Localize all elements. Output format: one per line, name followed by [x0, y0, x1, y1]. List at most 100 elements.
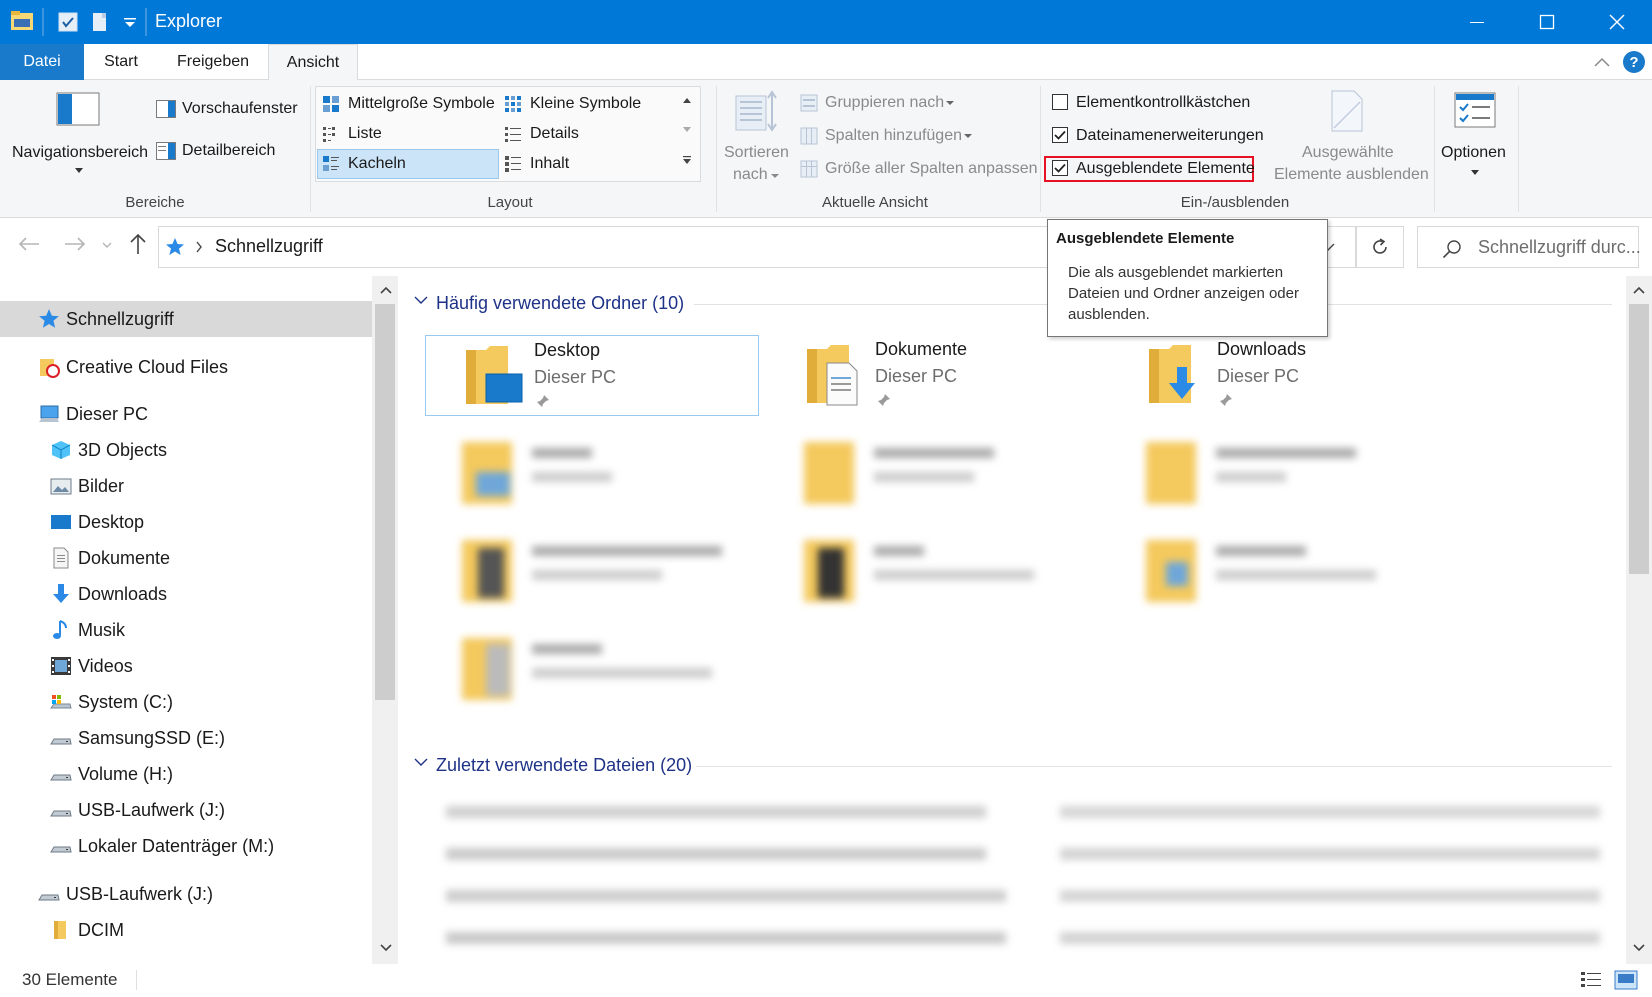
blurred-recent-file-row[interactable] [1060, 890, 1600, 902]
nav-item-creative-cloud-files[interactable]: Creative Cloud Files [0, 349, 372, 385]
nav-item-downloads[interactable]: Downloads [0, 576, 372, 612]
blurred-folder-tile[interactable] [804, 442, 1024, 512]
options-icon[interactable] [1454, 92, 1496, 128]
blurred-folder-tile[interactable] [462, 540, 722, 610]
chevron-down-icon[interactable] [946, 101, 954, 106]
up-arrow-icon[interactable] [129, 233, 147, 255]
groesse-spalten-anpassen-button[interactable]: Größe aller Spalten anpassen [825, 160, 1038, 178]
details-view-toggle-icon[interactable] [1580, 970, 1602, 990]
folder-tile-desktop[interactable]: Desktop Dieser PC [425, 335, 759, 416]
layout-option-kleine-symbole[interactable]: Kleine Symbole [530, 95, 641, 113]
properties-check-icon[interactable] [56, 10, 80, 34]
nav-item-dokumente[interactable]: Dokumente [0, 540, 372, 576]
blurred-recent-file-row[interactable] [1060, 848, 1600, 860]
large-icons-view-toggle-icon[interactable] [1614, 970, 1638, 990]
nav-item-dieser-pc[interactable]: Dieser PC [0, 396, 372, 432]
refresh-button[interactable] [1356, 226, 1404, 268]
elementkontrollkaestchen-checkbox[interactable] [1052, 94, 1068, 110]
section-header-haeufig[interactable]: Häufig verwendete Ordner (10) [436, 293, 684, 314]
gallery-scroll-down-icon[interactable] [682, 126, 692, 134]
tab-freigeben[interactable]: Freigeben [158, 44, 268, 80]
blurred-recent-file-row[interactable] [446, 848, 986, 860]
layout-option-mittelgross[interactable]: Mittelgroße Symbole [348, 95, 495, 113]
folder-tile-downloads[interactable]: Downloads Dieser PC [1109, 335, 1443, 416]
folder-tile-dokumente[interactable]: Dokumente Dieser PC [767, 335, 1101, 416]
new-folder-icon[interactable] [88, 10, 112, 34]
gruppieren-nach-button[interactable]: Gruppieren nach [825, 94, 944, 112]
maximize-button[interactable] [1512, 0, 1582, 44]
content-scroll-thumb[interactable] [1629, 304, 1649, 574]
optionen-button[interactable]: Optionen [1441, 144, 1506, 162]
chevron-down-icon[interactable] [964, 134, 972, 139]
scroll-down-icon[interactable] [380, 944, 392, 952]
nav-item-usb-laufwerk-j[interactable]: USB-Laufwerk (J:) [0, 792, 372, 828]
blurred-folder-tile[interactable] [804, 540, 1044, 610]
dateinamenerweiterungen-label[interactable]: Dateinamenerweiterungen [1076, 127, 1264, 145]
nav-item-musik[interactable]: Musik [0, 612, 372, 648]
blurred-recent-file-row[interactable] [446, 806, 986, 818]
blurred-recent-file-row[interactable] [446, 890, 1006, 902]
nav-scroll-thumb[interactable] [375, 304, 395, 700]
search-box[interactable]: Schnellzugriff durc... [1417, 226, 1641, 268]
sortieren-button[interactable]: Sortieren [724, 144, 789, 162]
blurred-recent-file-row[interactable] [1060, 806, 1600, 818]
blurred-folder-tile[interactable] [462, 442, 682, 512]
nav-item-usb-laufwerk-j-root[interactable]: USB-Laufwerk (J:) [0, 876, 372, 912]
collapse-ribbon-icon[interactable] [1592, 54, 1612, 70]
vorschaufenster-button[interactable]: Vorschaufenster [182, 100, 298, 118]
navigationsbereich-button[interactable]: Navigationsbereich [12, 144, 148, 162]
layout-option-details[interactable]: Details [530, 125, 579, 143]
recent-locations-chevron-icon[interactable] [102, 242, 112, 248]
gallery-expand-icon[interactable] [682, 156, 692, 166]
blurred-recent-file-row[interactable] [1060, 932, 1600, 944]
spalten-hinzufuegen-button[interactable]: Spalten hinzufügen [825, 127, 962, 145]
nav-item-volume-h[interactable]: Volume (H:) [0, 756, 372, 792]
chevron-down-icon[interactable] [771, 174, 779, 179]
scroll-up-icon[interactable] [380, 286, 392, 294]
blurred-recent-file-row[interactable] [446, 932, 1006, 944]
chevron-down-icon[interactable] [1470, 170, 1480, 176]
gallery-scroll-up-icon[interactable] [682, 96, 692, 104]
layout-option-kacheln[interactable]: Kacheln [348, 155, 406, 173]
quick-access-dropdown-icon[interactable] [118, 10, 142, 34]
detailbereich-button[interactable]: Detailbereich [182, 142, 275, 160]
blurred-folder-tile[interactable] [1146, 442, 1386, 512]
layout-option-inhalt[interactable]: Inhalt [530, 155, 569, 173]
breadcrumb-schnellzugriff[interactable]: Schnellzugriff [215, 236, 323, 257]
nav-scrollbar[interactable] [372, 276, 398, 964]
scroll-down-icon[interactable] [1633, 944, 1645, 952]
chevron-down-icon[interactable] [74, 168, 84, 174]
breadcrumb-chevron-icon[interactable] [195, 241, 203, 253]
minimize-button[interactable] [1442, 0, 1512, 44]
nav-item-samsungssd-e[interactable]: SamsungSSD (E:) [0, 720, 372, 756]
chevron-down-icon[interactable] [414, 758, 428, 766]
layout-option-liste[interactable]: Liste [348, 125, 382, 143]
nav-item-3d-objects[interactable]: 3D Objects [0, 432, 372, 468]
blurred-folder-tile[interactable] [462, 638, 722, 708]
content-scrollbar[interactable] [1626, 276, 1652, 964]
ausgeblendete-elemente-label[interactable]: Ausgeblendete Elemente [1076, 160, 1255, 178]
ausgeblendete-elemente-checkbox[interactable] [1052, 160, 1068, 176]
tab-datei[interactable]: Datei [0, 44, 84, 80]
nav-item-videos[interactable]: Videos [0, 648, 372, 684]
nav-item-bilder[interactable]: Bilder [0, 468, 372, 504]
tab-start[interactable]: Start [84, 44, 158, 80]
nav-item-schnellzugriff[interactable]: Schnellzugriff [0, 301, 372, 337]
search-input[interactable]: Schnellzugriff durc... [1478, 237, 1641, 258]
navigation-pane-icon[interactable] [56, 92, 100, 126]
nav-item-system-c[interactable]: System (C:) [0, 684, 372, 720]
nav-item-desktop[interactable]: Desktop [0, 504, 372, 540]
blurred-folder-tile[interactable] [1146, 540, 1386, 610]
section-header-zuletzt[interactable]: Zuletzt verwendete Dateien (20) [436, 755, 692, 776]
forward-arrow-icon[interactable] [64, 236, 86, 252]
close-button[interactable] [1582, 0, 1652, 44]
back-arrow-icon[interactable] [18, 236, 40, 252]
scroll-up-icon[interactable] [1633, 286, 1645, 294]
nav-item-lokaler-datentraeger-m[interactable]: Lokaler Datenträger (M:) [0, 828, 372, 864]
dateinamenerweiterungen-checkbox[interactable] [1052, 127, 1068, 143]
elementkontrollkaestchen-label[interactable]: Elementkontrollkästchen [1076, 94, 1250, 112]
chevron-down-icon[interactable] [414, 296, 428, 304]
tab-ansicht[interactable]: Ansicht [268, 44, 358, 81]
help-icon[interactable]: ? [1622, 50, 1646, 74]
nav-item-dcim[interactable]: DCIM [0, 912, 372, 948]
